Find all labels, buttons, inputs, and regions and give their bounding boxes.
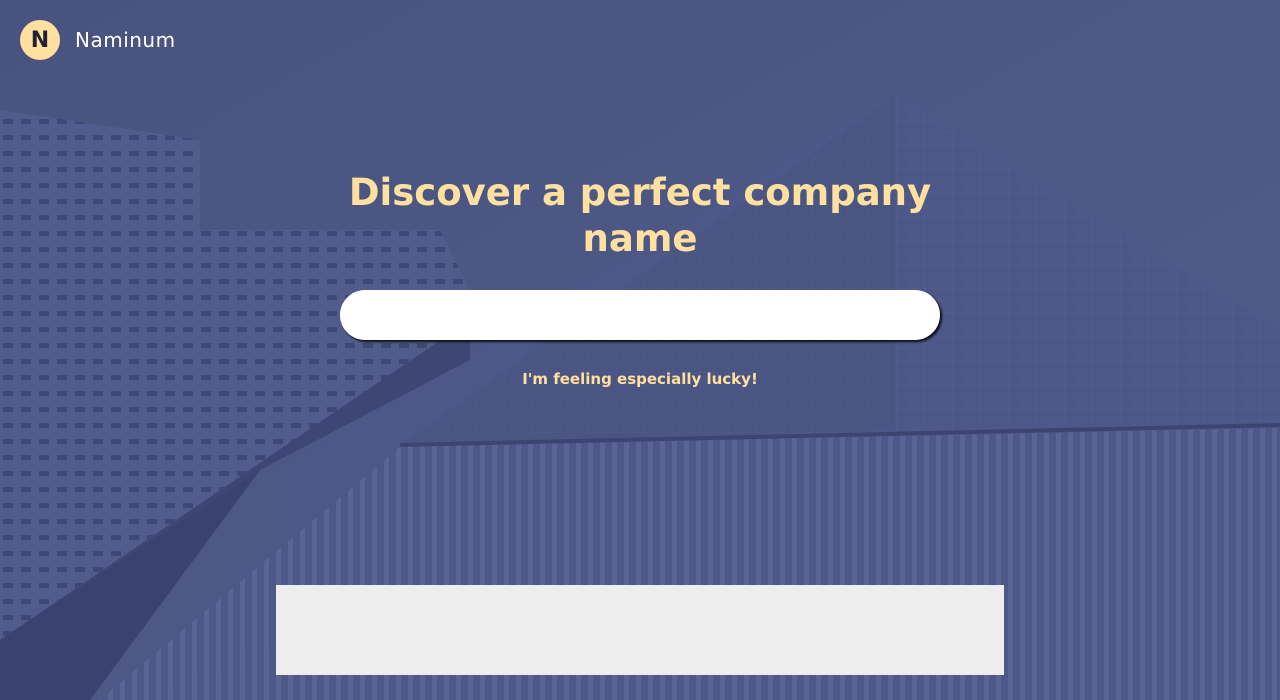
- results-panel: [276, 585, 1004, 675]
- hero-title: Discover a perfect company name: [348, 171, 932, 260]
- company-name-search-input[interactable]: [340, 290, 940, 340]
- site-header: N Naminum: [20, 20, 176, 60]
- hero-section: Discover a perfect company name: [340, 170, 940, 262]
- landing-page: N Naminum Discover a perfect company nam…: [0, 0, 1280, 700]
- brand-logo[interactable]: N: [20, 20, 60, 60]
- brand-name[interactable]: Naminum: [75, 28, 176, 52]
- feeling-lucky-link[interactable]: I'm feeling especially lucky!: [440, 370, 840, 388]
